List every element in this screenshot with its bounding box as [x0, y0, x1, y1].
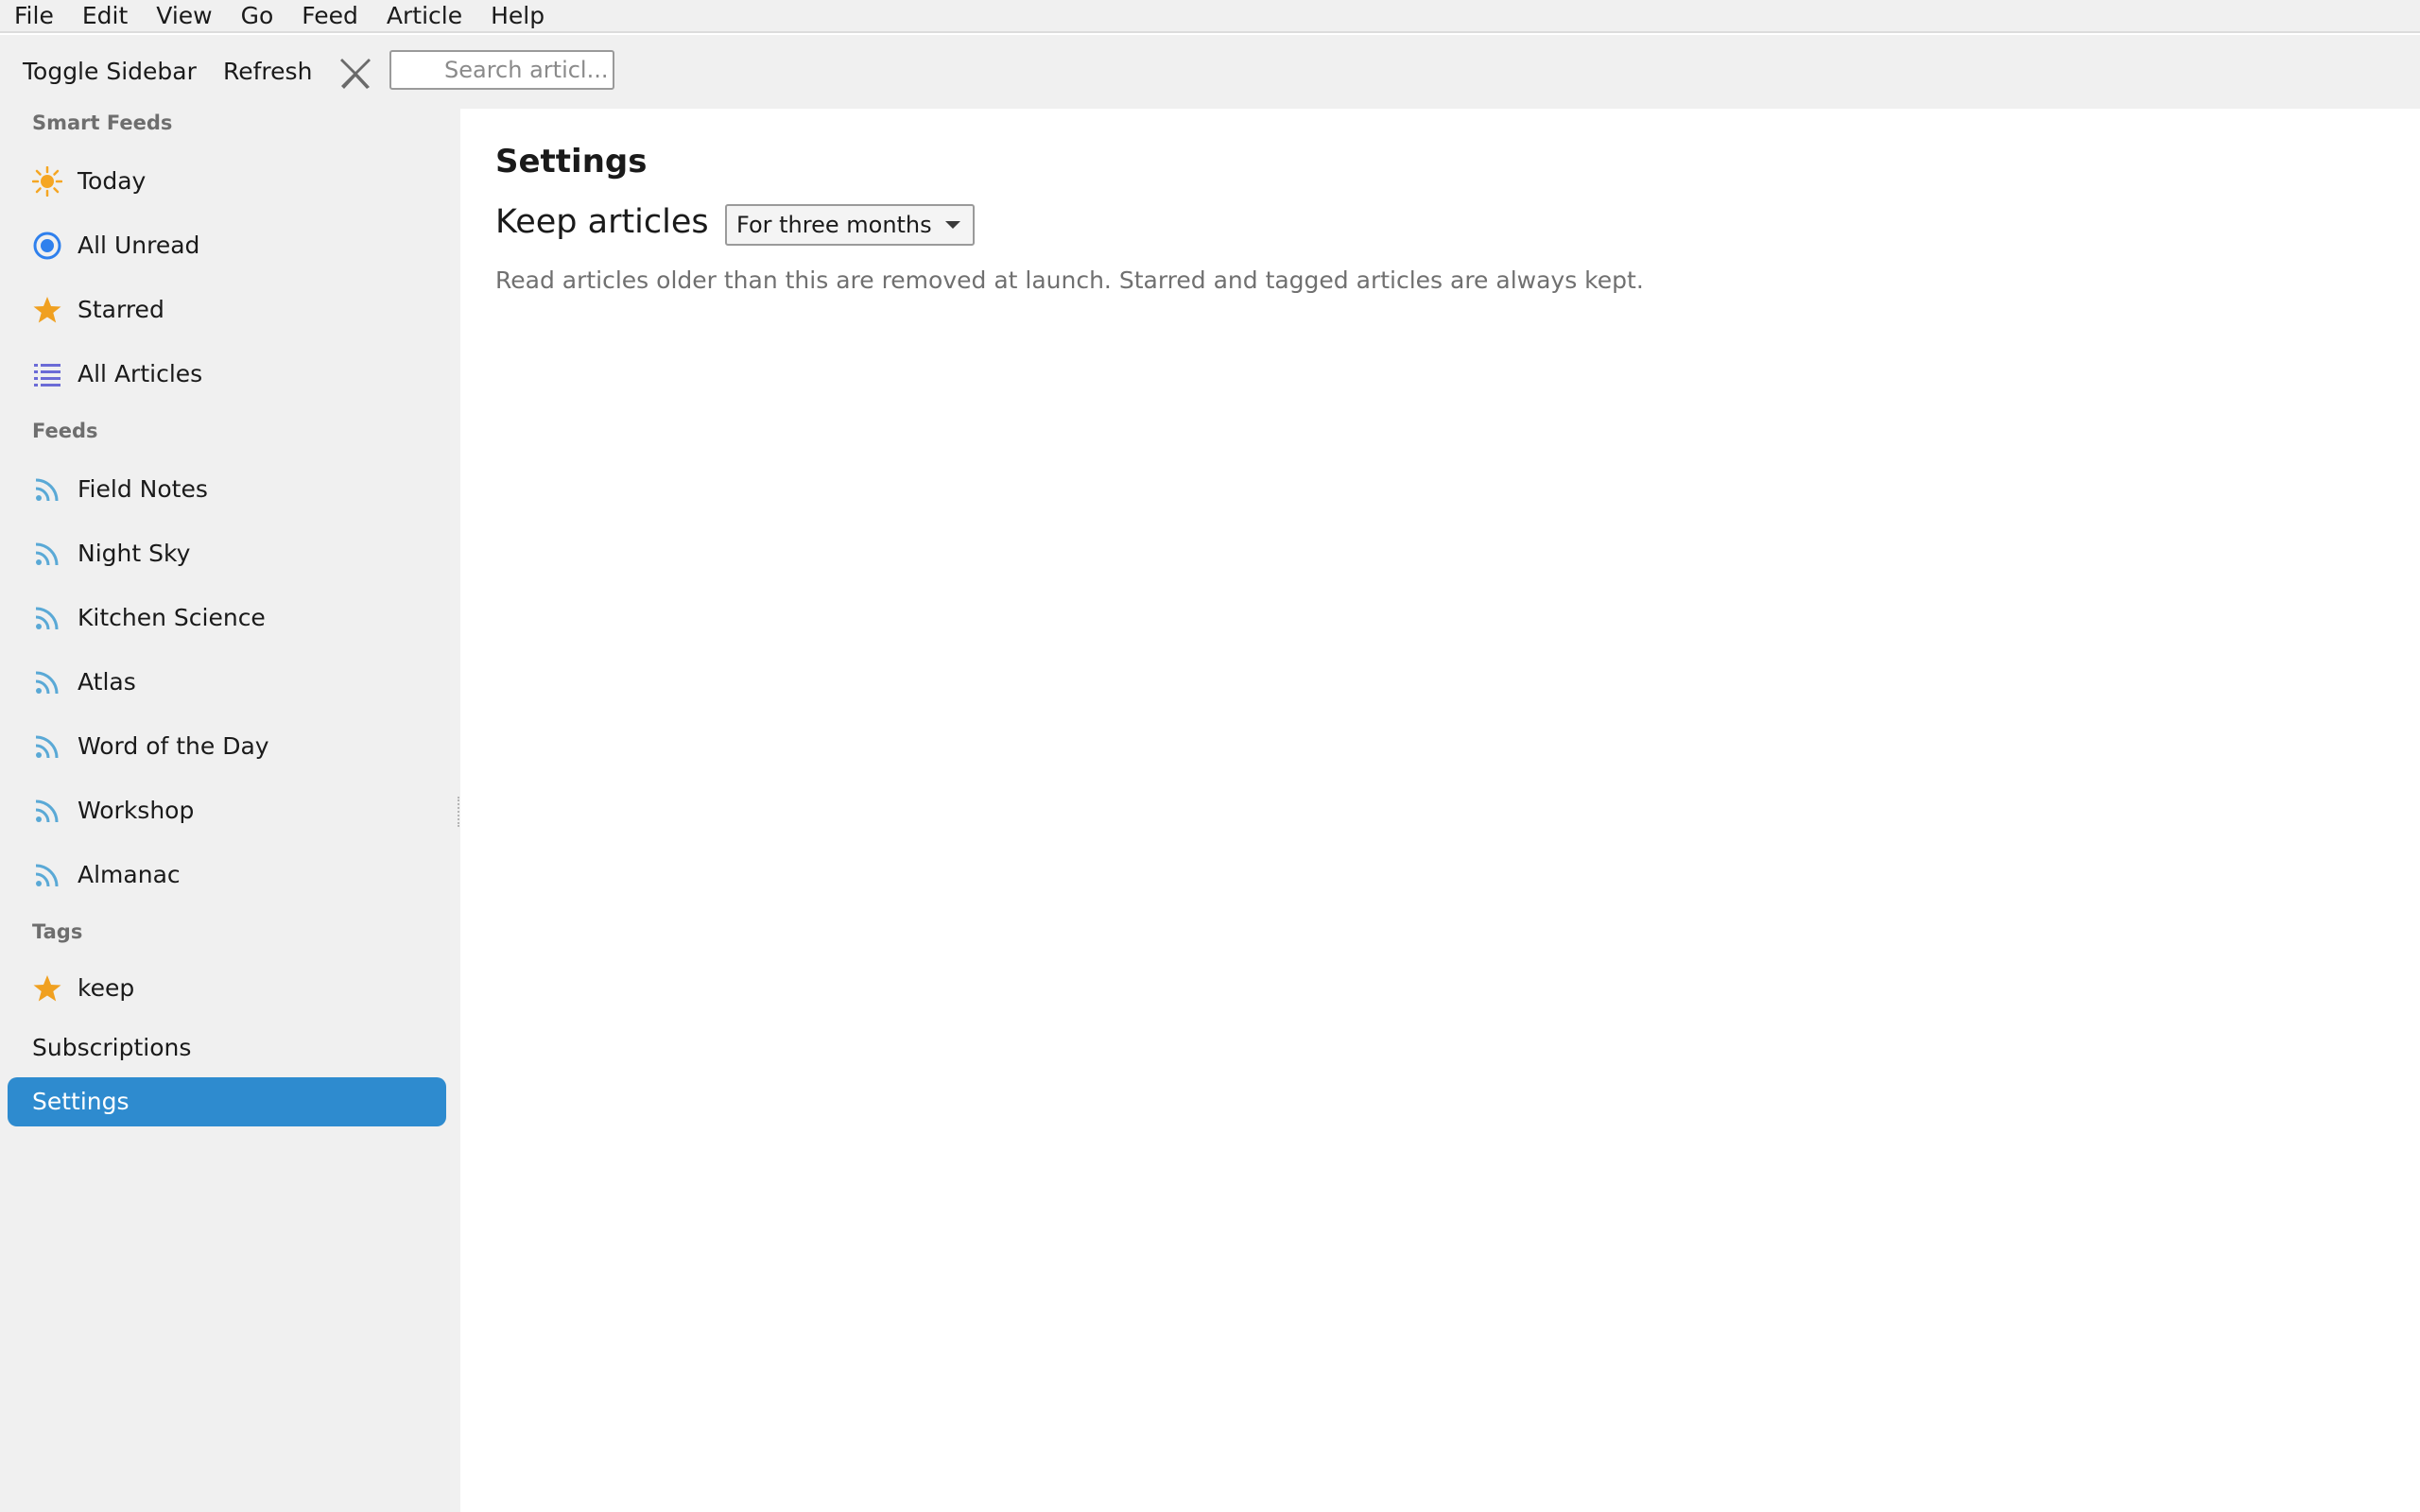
sidebar-item-kitchen-science[interactable]: Kitchen Science	[0, 589, 460, 645]
sidebar-item-label: All Articles	[78, 360, 203, 387]
sidebar-item-atlas[interactable]: Atlas	[0, 653, 460, 710]
rss-icon	[35, 542, 59, 566]
menu-go[interactable]: Go	[227, 0, 288, 32]
rss-icon	[35, 607, 59, 630]
sidebar-item-word-of-the-day[interactable]: Word of the Day	[0, 717, 460, 774]
sidebar-item-label: Today	[78, 167, 147, 195]
rss-icon	[35, 864, 59, 887]
sidebar-item-field-notes[interactable]: Field Notes	[0, 460, 460, 517]
search-field[interactable]	[389, 50, 614, 90]
menu-bar: File Edit View Go Feed Article Help	[0, 0, 2420, 33]
menu-article[interactable]: Article	[372, 0, 476, 32]
rss-icon	[35, 735, 59, 759]
sidebar-item-label: keep	[78, 974, 135, 1002]
sidebar-item-workshop[interactable]: Workshop	[0, 782, 460, 838]
sidebar-item-all-unread[interactable]: All Unread	[0, 216, 460, 273]
settings-pane: Settings Keep articles For three months …	[460, 109, 2420, 1512]
close-x-icon[interactable]	[337, 54, 374, 92]
rss-icon	[35, 799, 59, 823]
keep-articles-label: Keep articles	[495, 203, 709, 241]
sidebar: Smart Feeds Today All Unread Starred All…	[0, 109, 460, 1512]
section-header-tags: Tags	[32, 920, 83, 943]
sidebar-item-settings[interactable]: Settings	[8, 1077, 446, 1126]
sidebar-item-label: Workshop	[78, 797, 195, 824]
page-title: Settings	[495, 143, 648, 180]
sidebar-item-label: Word of the Day	[78, 732, 269, 760]
refresh-button[interactable]: Refresh	[223, 35, 312, 109]
sidebar-item-label: Night Sky	[78, 540, 191, 567]
sidebar-item-all-articles[interactable]: All Articles	[0, 345, 460, 402]
sidebar-item-today[interactable]: Today	[0, 152, 460, 209]
keep-articles-help-text: Read articles older than this are remove…	[495, 266, 1644, 294]
keep-articles-dropdown[interactable]: For three months	[725, 204, 975, 246]
sidebar-item-tag-keep[interactable]: keep	[0, 959, 460, 1016]
chevron-down-icon	[945, 221, 960, 229]
sidebar-item-label: Starred	[78, 296, 164, 323]
section-header-feeds: Feeds	[32, 420, 98, 442]
sidebar-item-starred[interactable]: Starred	[0, 281, 460, 337]
sidebar-item-label: Subscriptions	[32, 1034, 192, 1061]
sidebar-item-label: Almanac	[78, 861, 181, 888]
search-input[interactable]	[391, 52, 613, 88]
menu-feed[interactable]: Feed	[287, 0, 372, 32]
toolbar: Toggle Sidebar Refresh	[0, 35, 2420, 109]
section-header-smart-feeds: Smart Feeds	[32, 112, 173, 134]
sidebar-item-label: Atlas	[78, 668, 136, 696]
sun-icon	[32, 166, 62, 197]
sidebar-item-label: Kitchen Science	[78, 604, 266, 631]
sidebar-item-label: Settings	[32, 1088, 130, 1115]
menu-file[interactable]: File	[0, 0, 68, 32]
star-icon	[33, 975, 61, 1002]
radio-dot-icon	[33, 232, 61, 260]
menu-edit[interactable]: Edit	[68, 0, 142, 32]
star-icon	[33, 297, 61, 323]
menu-help[interactable]: Help	[476, 0, 559, 32]
keep-articles-value: For three months	[736, 212, 932, 238]
sidebar-item-subscriptions[interactable]: Subscriptions	[8, 1023, 446, 1073]
rss-icon	[35, 671, 59, 695]
list-icon	[34, 364, 60, 387]
rss-icon	[35, 478, 59, 502]
sidebar-item-almanac[interactable]: Almanac	[0, 846, 460, 902]
menu-view[interactable]: View	[142, 0, 226, 32]
sidebar-item-label: Field Notes	[78, 475, 208, 503]
toggle-sidebar-button[interactable]: Toggle Sidebar	[23, 35, 197, 109]
sidebar-item-night-sky[interactable]: Night Sky	[0, 524, 460, 581]
sidebar-item-label: All Unread	[78, 232, 200, 259]
